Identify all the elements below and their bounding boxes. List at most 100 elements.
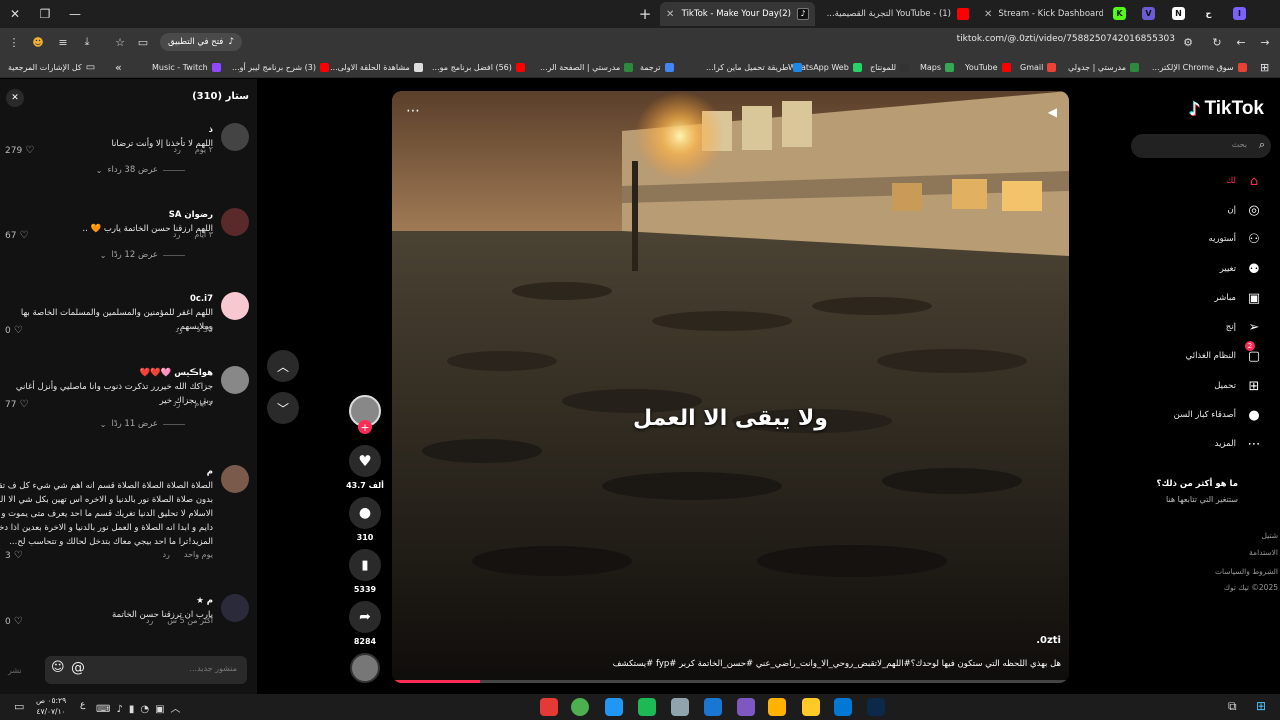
bookmark-item[interactable]: Gmail [1020,59,1057,75]
extension-icon[interactable]: ≡ [55,34,71,50]
open-in-app-chip[interactable]: ♪ فتح في التطبيق [160,33,243,51]
comment-username[interactable]: ذ [209,125,213,135]
reply-button[interactable]: رد [162,550,169,559]
volume-icon[interactable]: ◀ [1048,105,1057,119]
bookmark-item[interactable]: Maps [920,59,955,75]
like-button[interactable]: ♥ [349,445,381,477]
comment-username[interactable]: 0c.i7 [190,294,213,304]
bookmark-item[interactable]: مدرستي | جدولي [1068,59,1140,75]
taskbar-app-app-6-icon[interactable] [704,698,722,716]
address-bar[interactable]: tiktok.com/@.0zti/video/7588250742016855… [700,34,1175,50]
video-author[interactable]: .0zti [1036,635,1061,646]
nav-item-following[interactable]: ⚇ أستوريه [1209,228,1262,250]
comment-avatar[interactable] [221,366,249,394]
bookmark-item[interactable]: Music - Twitch [152,59,221,75]
reply-button[interactable]: رد [173,399,180,408]
footer-link[interactable]: الاستدامة [1249,548,1278,557]
pinned-tab-tool[interactable]: I [1233,7,1246,20]
tab-youtube[interactable]: YouTube - (1) التجربة القصيمية... ✕ [820,2,975,26]
mention-button[interactable]: @ [71,660,85,676]
bookmark-item[interactable]: مشاهدة الحلقة الاولى... [330,59,423,75]
tab-close-icon[interactable]: ✕ [984,9,992,20]
comment-like-button[interactable]: 279 ♡ [5,145,34,156]
site-settings-icon[interactable]: ⚙ [1180,34,1196,50]
comment-username[interactable]: رضوان SA [169,210,213,220]
comment-like-button[interactable]: 0 ♡ [5,616,23,627]
pinned-tab-vpn[interactable]: V [1142,7,1155,20]
next-video-button[interactable]: ﹀ [267,392,299,424]
tab-close-icon[interactable]: ✕ [666,9,674,20]
taskbar-app-outlook-icon[interactable] [834,698,852,716]
view-replies-button[interactable]: عرض 11 ردًا ⌄ [100,419,185,429]
tab-kick[interactable]: ✕ Stream - Kick Dashboard [978,2,1103,26]
mic-icon[interactable]: ▮ [129,704,141,715]
pinned-tab-kick[interactable]: K [1113,7,1126,20]
keyboard-icon[interactable]: ⌨ [96,704,116,715]
footer-link[interactable]: الشروط والسياسات [1215,567,1278,576]
bookmark-item[interactable]: للمونتاج [870,59,910,75]
nav-item-profile[interactable]: ● أصدقاء كبار السن [1174,404,1262,426]
comment-username[interactable]: م ★ [196,596,213,606]
start-windows-icon[interactable]: ⊞ [1256,699,1266,713]
download-icon[interactable]: ⤓ [79,34,95,50]
close-window-button[interactable]: ✕ [0,0,30,28]
nav-item-messages[interactable]: ▢ النظام الغذائي 2 [1186,341,1262,367]
bookmark-item[interactable]: (3) شرح برنامج ليبر أو... [232,59,329,75]
comment-like-button[interactable]: 0 ♡ [5,325,23,336]
taskbar-app-app-5-icon[interactable] [671,698,689,716]
view-replies-button[interactable]: عرض 12 ردًا ⌄ [100,250,185,260]
pinned-tab-notion[interactable]: N [1172,7,1185,20]
taskbar-app-app-1-icon[interactable] [540,698,558,716]
cast-icon[interactable]: ▭ [135,34,151,50]
reply-button[interactable]: رد [173,230,180,239]
input-language[interactable]: ع [80,700,85,710]
bookmark-item[interactable]: سوق Chrome الإلكتر... [1152,59,1247,75]
taskbar-app-chrome-icon[interactable] [571,698,589,716]
comment-button[interactable]: ● [349,497,381,529]
comment-avatar[interactable] [221,465,249,493]
share-button[interactable]: ➦ [349,601,381,633]
back-icon[interactable]: → [1257,34,1273,50]
forward-icon[interactable]: ← [1233,34,1249,50]
profile-avatar-icon[interactable]: ☻ [30,34,46,50]
comment-avatar[interactable] [221,594,249,622]
reply-button[interactable]: رد [175,325,182,334]
nav-item-send[interactable]: ➢ إنج [1226,316,1262,338]
taskbar-app-app-7-icon[interactable] [737,698,755,716]
notification-icon[interactable]: ▭ [14,700,24,713]
reload-icon[interactable]: ↻ [1209,34,1225,50]
pinned-tab-chat[interactable]: ح [1202,7,1215,20]
comment-avatar[interactable] [221,292,249,320]
menu-icon[interactable]: ⋮ [6,34,22,50]
footer-link[interactable]: شتيل [1262,531,1279,540]
comment-like-button[interactable]: 77 ♡ [5,399,28,410]
bookmark-item[interactable]: مدرستي | الصفحة الر... [540,59,634,75]
network-icon[interactable]: ◔ [140,704,155,715]
bookmark-item[interactable]: طريقة تحميل ماين كرا... [706,59,802,75]
all-bookmarks-button[interactable]: ▭ كل الإشارات المرجعية [8,59,95,75]
task-view-icon[interactable]: ⧉ [1228,699,1237,714]
comment-like-button[interactable]: 67 ♡ [5,230,28,241]
nav-item-upload[interactable]: ⊞ تحميل [1214,375,1262,397]
reply-button[interactable]: رد [146,616,153,625]
apps-grid-icon[interactable]: ⊞ [1260,59,1269,75]
system-tray[interactable]: ⌨♪▮◔▣︿ [96,700,187,715]
comment-like-button[interactable]: 3 ♡ [5,550,23,561]
tiktok-logo[interactable]: ♪ TikTok [1189,98,1264,120]
close-comments-button[interactable]: ✕ [6,89,24,107]
search-icon[interactable]: ⌕ [1259,138,1265,152]
save-button[interactable]: ▮ [349,549,381,581]
taskbar-app-explorer-icon[interactable] [802,698,820,716]
taskbar-app-photoshop-icon[interactable] [867,698,885,716]
nav-item-friends[interactable]: ⚉ تغيير [1220,258,1262,280]
taskbar-app-app-4-icon[interactable] [638,698,656,716]
bookmark-item[interactable]: YouTube [965,59,1011,75]
video-more-options-icon[interactable]: ⋯ [406,103,420,119]
search-input[interactable]: بحث ⌕ [1131,134,1271,158]
post-button[interactable]: نشر [8,666,22,675]
restore-window-button[interactable]: ❐ [30,0,60,28]
music-disc-avatar[interactable] [350,653,380,683]
follow-plus-icon[interactable]: + [358,420,372,434]
tab-tiktok[interactable]: ♪ (2)TikTok - Make Your Day ✕ [660,2,815,26]
previous-video-button[interactable]: ︿ [267,350,299,382]
